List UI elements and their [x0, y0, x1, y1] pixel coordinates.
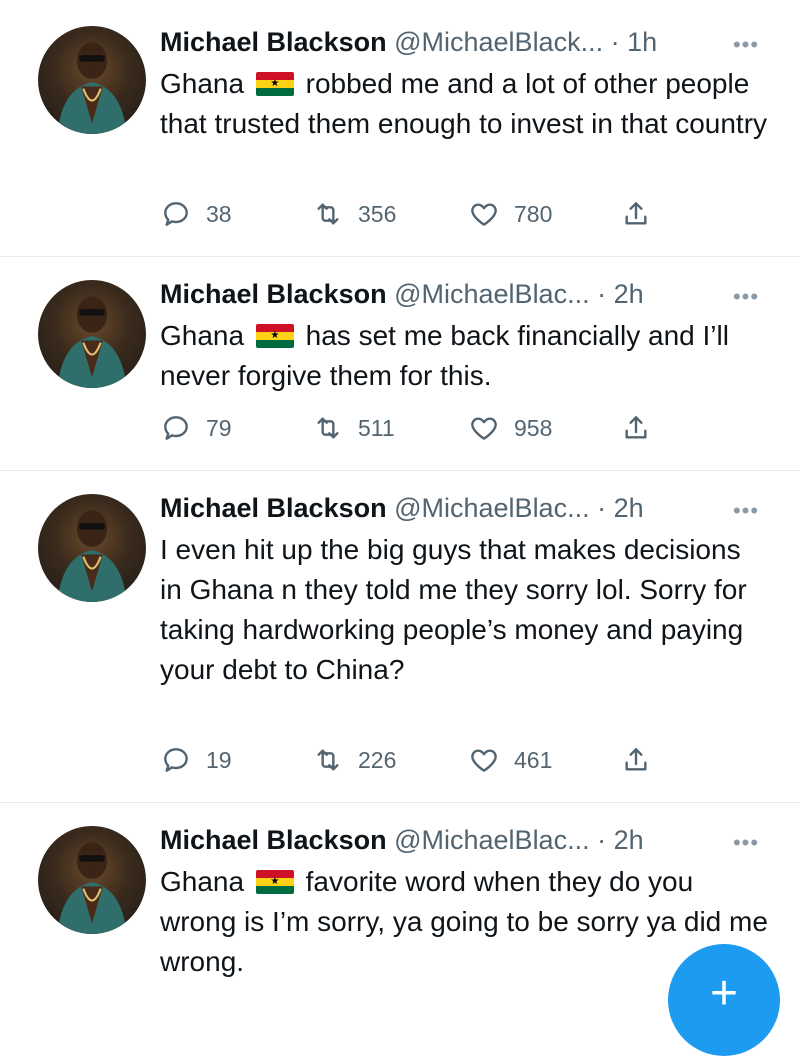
tweet-actions: 79 511 958: [160, 410, 680, 446]
author-name[interactable]: Michael Blackson: [160, 27, 387, 57]
timestamp[interactable]: · 2h: [597, 279, 644, 309]
share-icon: [625, 202, 647, 225]
tweet-header: Michael Blackson @MichaelBlac... · 2h: [160, 278, 644, 310]
heart-icon: [471, 417, 497, 440]
retweet-icon: [317, 749, 339, 771]
author-name[interactable]: Michael Blackson: [160, 493, 387, 523]
divider: [0, 470, 800, 471]
tweet-header: Michael Blackson @MichaelBlac... · 2h: [160, 492, 644, 524]
author-name[interactable]: Michael Blackson: [160, 825, 387, 855]
retweet-count: 226: [358, 746, 397, 773]
heart-icon: [471, 203, 497, 226]
tweet-text-rest: has set me back financially and I’ll nev…: [160, 320, 729, 391]
tweet-header: Michael Blackson @MichaelBlac... · 2h: [160, 824, 644, 856]
tweet-text: I even hit up the big guys that makes de…: [160, 530, 770, 690]
timestamp[interactable]: · 2h: [597, 493, 644, 523]
like-count: 958: [514, 414, 553, 441]
like-button[interactable]: 958: [468, 410, 552, 446]
retweet-button[interactable]: 511: [312, 410, 395, 446]
timestamp[interactable]: · 2h: [597, 825, 644, 855]
like-button[interactable]: 780: [468, 196, 552, 232]
reply-icon: [164, 748, 188, 772]
like-count: 461: [514, 746, 553, 773]
tweet-text-rest: I even hit up the big guys that makes de…: [160, 534, 747, 685]
timestamp[interactable]: · 1h: [611, 27, 658, 57]
tweet-actions: 38 356 780: [160, 196, 680, 232]
tweet-text-rest: favorite word when they do you wrong is …: [160, 866, 768, 977]
reply-icon: [164, 416, 188, 440]
tweet-header: Michael Blackson @MichaelBlack... · 1h: [160, 26, 657, 58]
divider: [0, 256, 800, 257]
like-count: 780: [514, 200, 553, 227]
avatar[interactable]: [38, 826, 146, 934]
reply-count: 19: [206, 746, 232, 773]
ghana-flag-icon: ★: [255, 324, 294, 348]
retweet-icon: [317, 417, 339, 439]
tweet-text: Ghana ★ favorite word when they do you w…: [160, 862, 770, 982]
reply-icon: [164, 202, 188, 226]
retweet-count: 511: [358, 414, 395, 441]
reply-button[interactable]: 79: [160, 410, 232, 446]
avatar[interactable]: [38, 280, 146, 388]
compose-tweet-button[interactable]: +: [668, 944, 780, 1056]
tweet-actions: 19 226 461: [160, 742, 680, 778]
tweet-text: Ghana ★ has set me back financially and …: [160, 316, 770, 396]
avatar-photo-icon: [57, 510, 127, 602]
avatar[interactable]: [38, 494, 146, 602]
author-handle[interactable]: @MichaelBlack...: [394, 27, 603, 57]
avatar-photo-icon: [57, 842, 127, 934]
retweet-count: 356: [358, 200, 397, 227]
avatar[interactable]: [38, 26, 146, 134]
heart-icon: [471, 749, 497, 772]
retweet-button[interactable]: 226: [312, 742, 396, 778]
more-options-icon[interactable]: •••: [728, 498, 764, 523]
avatar-photo-icon: [57, 296, 127, 388]
share-icon: [625, 416, 647, 439]
share-button[interactable]: [620, 742, 666, 778]
retweet-icon: [317, 203, 339, 225]
author-handle[interactable]: @MichaelBlac...: [394, 825, 589, 855]
share-icon: [625, 748, 647, 771]
reply-count: 38: [206, 200, 232, 227]
more-options-icon[interactable]: •••: [728, 32, 764, 57]
author-handle[interactable]: @MichaelBlac...: [394, 279, 589, 309]
author-name[interactable]: Michael Blackson: [160, 279, 387, 309]
share-button[interactable]: [620, 196, 666, 232]
tweet-text: Ghana ★ robbed me and a lot of other peo…: [160, 64, 770, 144]
author-handle[interactable]: @MichaelBlac...: [394, 493, 589, 523]
ghana-flag-icon: ★: [255, 870, 294, 894]
tweet-text-rest: robbed me and a lot of other people that…: [160, 68, 768, 139]
divider: [0, 802, 800, 803]
reply-button[interactable]: 19: [160, 742, 232, 778]
tweet-text-start: Ghana: [160, 320, 245, 351]
retweet-button[interactable]: 356: [312, 196, 396, 232]
like-button[interactable]: 461: [468, 742, 552, 778]
more-options-icon[interactable]: •••: [728, 284, 764, 309]
reply-button[interactable]: 38: [160, 196, 232, 232]
avatar-photo-icon: [57, 42, 127, 134]
tweet-text-start: Ghana: [160, 68, 245, 99]
ghana-flag-icon: ★: [255, 72, 294, 96]
tweet-text-start: Ghana: [160, 866, 245, 897]
reply-count: 79: [206, 414, 232, 441]
more-options-icon[interactable]: •••: [728, 830, 764, 855]
share-button[interactable]: [620, 410, 666, 446]
